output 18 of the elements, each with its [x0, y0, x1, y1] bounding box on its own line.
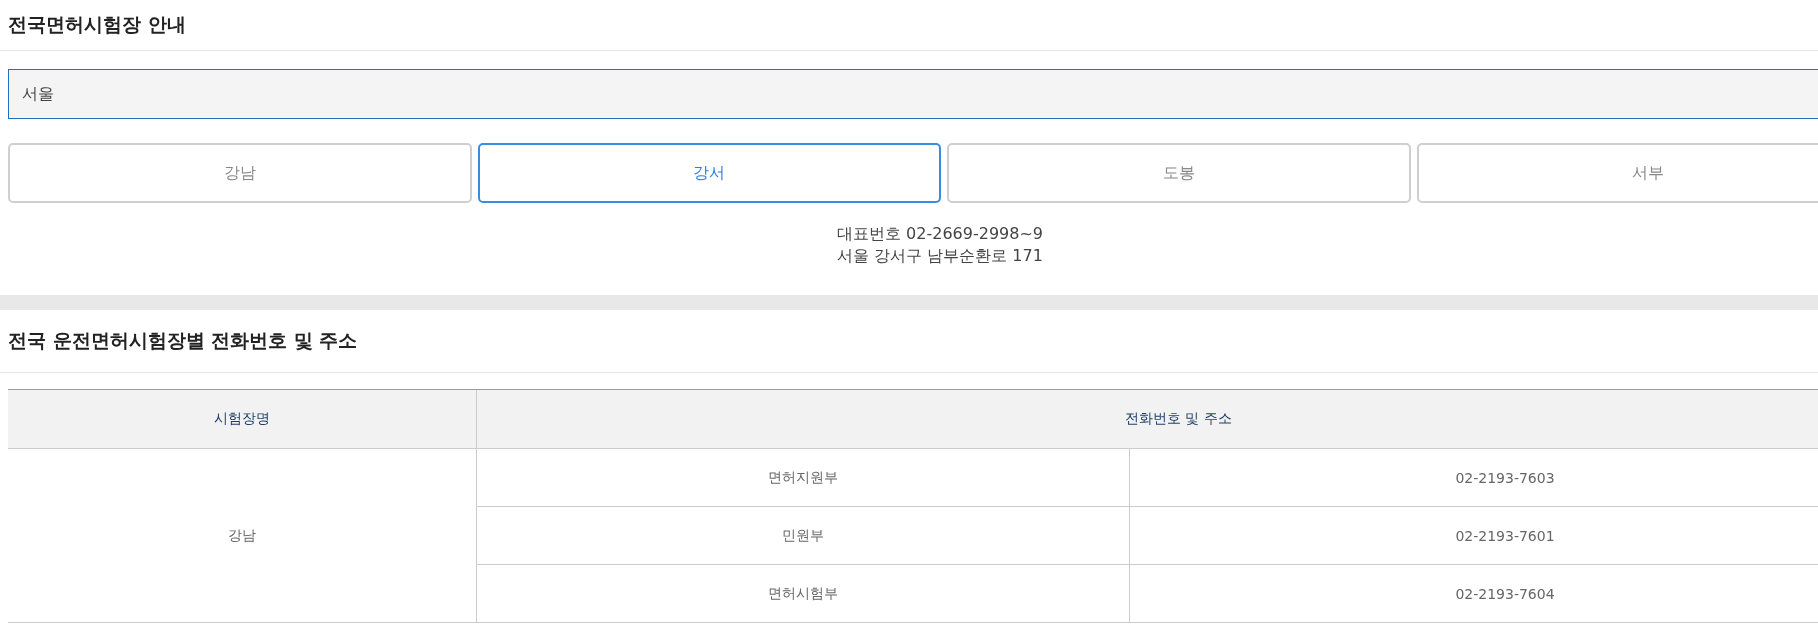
center-tab[interactable]: 도봉: [947, 143, 1411, 203]
department-cell: 민원부: [476, 506, 1130, 565]
center-name-cell: 강남: [8, 448, 477, 623]
phone-cell: 02-2193-7601: [1129, 506, 1818, 565]
phone-text: 대표번호 02-2669-2998~9: [837, 223, 1043, 245]
region-select[interactable]: 서울: [8, 69, 1818, 119]
center-tab[interactable]: 강남: [8, 143, 472, 203]
center-tab[interactable]: 강서: [477, 143, 941, 203]
section-heading: 전국면허시험장 안내: [8, 12, 187, 37]
center-tab[interactable]: 서부: [1416, 143, 1818, 203]
column-header: 시험장명: [8, 389, 477, 449]
department-cell: 면허시험부: [476, 564, 1130, 623]
column-header: 전화번호 및 주소: [476, 389, 1818, 449]
department-cell: 면허지원부: [476, 448, 1130, 507]
phone-cell: 02-2193-7603: [1129, 448, 1818, 507]
phone-cell: 02-2193-7604: [1129, 564, 1818, 623]
section-heading: 전국 운전면허시험장별 전화번호 및 주소: [8, 328, 359, 353]
address-text: 서울 강서구 남부순환로 171: [837, 245, 1043, 267]
